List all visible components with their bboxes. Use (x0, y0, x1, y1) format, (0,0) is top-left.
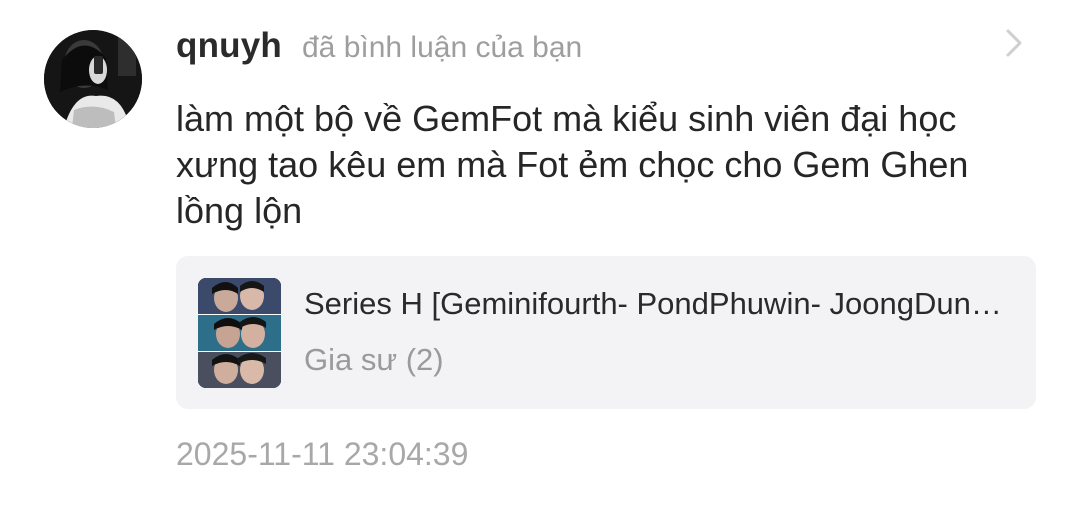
user-avatar[interactable] (44, 30, 142, 128)
story-cover-image (198, 278, 281, 388)
username[interactable]: qnuyh (176, 26, 282, 66)
story-title: Series H [Geminifourth- PondPhuwin- Joon… (304, 286, 1014, 321)
comment-timestamp: 2025-11-11 23:04:39 (176, 436, 469, 472)
comment-text: làm một bộ về GemFot mà kiểu sinh viên đ… (176, 98, 969, 231)
comment-notification-row[interactable]: qnuyh đã bình luận của bạn làm một bộ về… (0, 0, 1080, 518)
chapter-title: Gia sư (2) (304, 342, 444, 377)
action-text: đã bình luận của bạn (301, 31, 583, 64)
chevron-right-icon[interactable] (1000, 28, 1028, 58)
story-card[interactable]: Series H [Geminifourth- PondPhuwin- Joon… (176, 256, 1036, 409)
notification-header: qnuyh đã bình luận của bạn (176, 26, 582, 70)
